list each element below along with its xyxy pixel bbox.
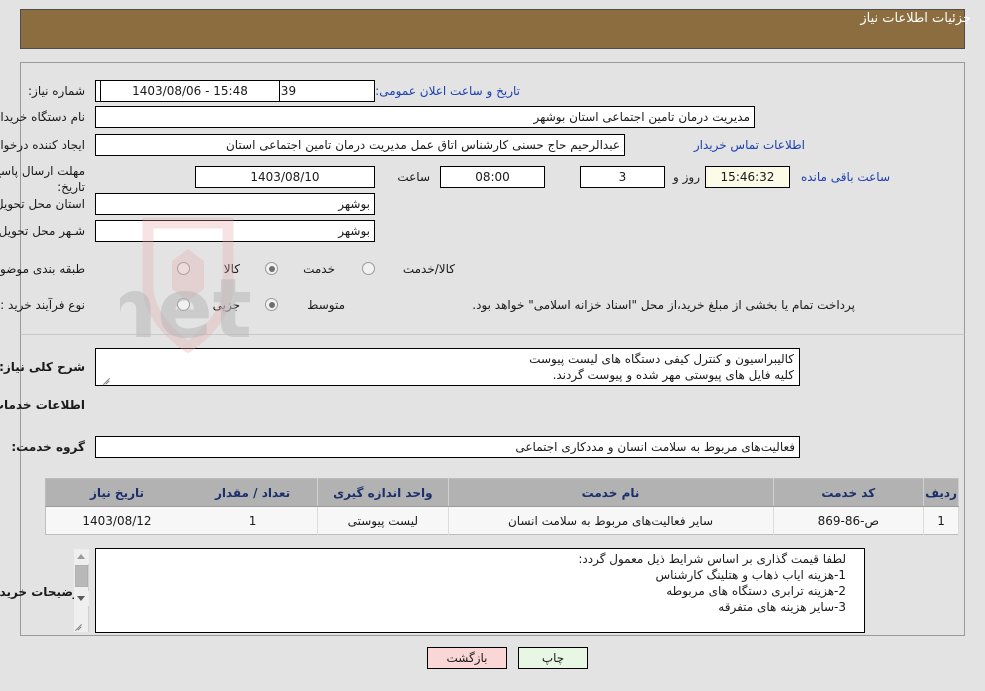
radio-label-khedmat: خدمت [303,262,335,276]
deadline-label-line1: مهلت ارسال پاسخ: تا [0,164,85,178]
buyer-org-label: نام دستگاه خریدار: [0,110,85,124]
deadline-date-value: 1403/08/10 [195,166,375,188]
radio-process-jozi[interactable] [177,298,190,311]
col-header-unit: واحد اندازه گیری [317,478,449,507]
services-table: ردیف کد خدمت نام خدمت واحد اندازه گیری ت… [45,478,959,535]
creator-value: عبدالرحیم حاج حسنی کارشناس اتاق عمل مدیر… [95,134,625,156]
creator-label: ایجاد کننده درخواست: [0,138,85,152]
radio-label-kala-khedmat: کالا/خدمت [402,262,455,276]
print-button[interactable]: چاپ [518,647,588,669]
deadline-hour-value: 08:00 [440,166,545,188]
need-number-label: شماره نیاز: [28,84,85,98]
remaining-hours-label: ساعت باقی مانده [800,170,890,184]
radio-category-khedmat[interactable] [265,262,278,275]
col-header-row-no: ردیف [923,478,959,507]
scroll-down-arrow-icon[interactable] [74,591,89,606]
province-value: بوشهر [95,193,375,215]
service-group-value: فعالیت‌های مربوط به سلامت انسان و مددکار… [95,436,800,458]
city-label: شـهر محل تحویل: [0,224,85,238]
days-label: روز و [673,170,700,184]
description-line-2: کلیه فایل های پیوستی مهر شده و پیوست گرد… [552,368,794,382]
col-header-quantity: تعداد / مقدار [187,478,319,507]
radio-label-motavaset: متوسط [307,298,345,312]
table-header-row: ردیف کد خدمت نام خدمت واحد اندازه گیری ت… [45,478,959,507]
buyer-notes-line-2: 1-هزینه ایاب ذهاب و هتلینگ کارشناس [655,568,846,582]
back-button[interactable]: بازگشت [427,647,507,669]
process-label: نوع فرآیند خرید : [0,298,85,312]
buyer-notes-line-1: لطفا قیمت گذاری بر اساس شرایط ذیل معمول … [578,552,846,566]
col-header-need-date: تاریخ نیاز [45,478,188,507]
col-header-service-name: نام خدمت [448,478,774,507]
page-title: جزئیات اطلاعات نیاز [860,11,971,26]
radio-label-jozi: جزیی [212,298,240,312]
cell-quantity: 1 [187,506,319,535]
services-section-heading: اطلاعات خدمات مورد نیاز [0,398,85,412]
description-textarea[interactable]: کالیبراسیون و کنترل کیفی دستگاه های لیست… [95,348,800,386]
deadline-label-line2: تاریخ: [57,180,85,194]
buyer-org-value: مدیریت درمان تامین اجتماعی استان بوشهر [95,106,755,128]
description-line-1: کالیبراسیون و کنترل کیفی دستگاه های لیست… [529,352,794,366]
col-header-service-code: کد خدمت [773,478,925,507]
table-row: 1 ص-86-869 سایر فعالیت‌های مربوط به سلام… [45,506,959,535]
description-label: شرح کلی نیاز: [0,360,85,374]
cell-row-no: 1 [923,506,959,535]
cell-service-code: ص-86-869 [773,506,925,535]
province-label: استان محل تحویل: [0,197,85,211]
radio-category-kala-khedmat[interactable] [362,262,375,275]
cell-unit: لیست پیوستی [317,506,449,535]
scrollbar-thumb[interactable] [75,565,88,587]
announce-datetime-label: تاریخ و ساعت اعلان عمومی: [375,84,520,98]
remaining-days-value: 3 [580,166,665,188]
buyer-notes-textarea[interactable]: لطفا قیمت گذاری بر اساس شرایط ذیل معمول … [95,548,865,633]
buyer-notes-line-4: 3-سایر هزینه های متفرقه [718,600,846,614]
radio-category-kala[interactable] [177,262,190,275]
radio-process-motavaset[interactable] [265,298,278,311]
service-group-label: گروه خدمت: [11,440,85,454]
scroll-up-arrow-icon[interactable] [74,549,89,564]
cell-service-name: سایر فعالیت‌های مربوط به سلامت انسان [448,506,774,535]
remaining-time-value: 15:46:32 [705,166,790,188]
city-value: بوشهر [95,220,375,242]
radio-label-kala: کالا [223,262,240,276]
buyer-contact-link[interactable]: اطلاعات تماس خریدار [694,138,805,152]
announce-datetime-value: 1403/08/06 - 15:48 [100,80,280,102]
page-header-bar [20,9,965,49]
cell-need-date: 1403/08/12 [45,506,188,535]
buyer-notes-scrollbar[interactable] [74,549,89,632]
buyer-notes-line-3: 2-هزینه ترابری دستگاه های مربوطه [666,584,846,598]
category-label: طبقه بندی موضوعی: [0,262,85,276]
buyer-notes-label: توضیحات خریدار: [0,585,85,599]
treasury-bonds-note: پرداخت تمام یا بخشی از مبلغ خرید،از محل … [472,298,855,312]
hour-label: ساعت [397,170,430,184]
